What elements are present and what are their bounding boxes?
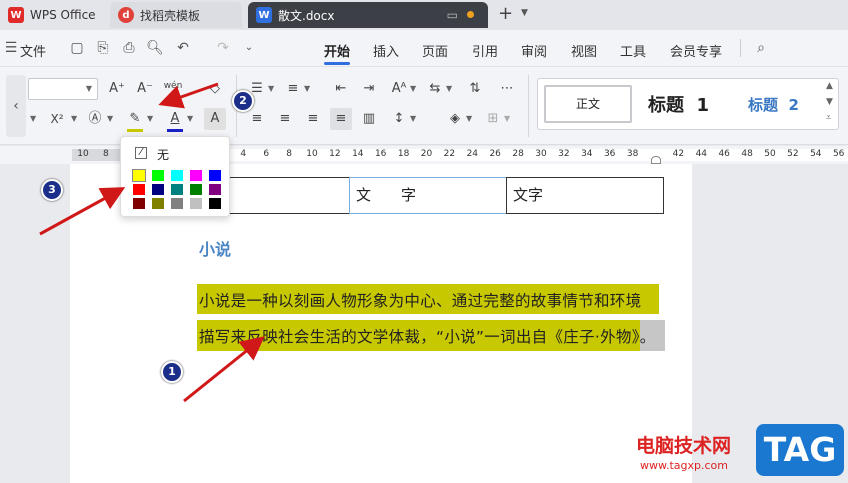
arrow-2-line — [158, 82, 219, 109]
watermark-url: www.tagxp.com — [640, 459, 728, 472]
step-badge-1: 1 — [161, 361, 183, 383]
arrow-1-line — [183, 336, 265, 403]
step-badge-2: 2 — [232, 90, 254, 112]
step-badge-3: 3 — [41, 179, 63, 201]
watermark-logo: TAG — [756, 424, 844, 476]
watermark-site: 电脑技术网 — [636, 435, 732, 457]
annotation-arrows — [39, 82, 265, 403]
